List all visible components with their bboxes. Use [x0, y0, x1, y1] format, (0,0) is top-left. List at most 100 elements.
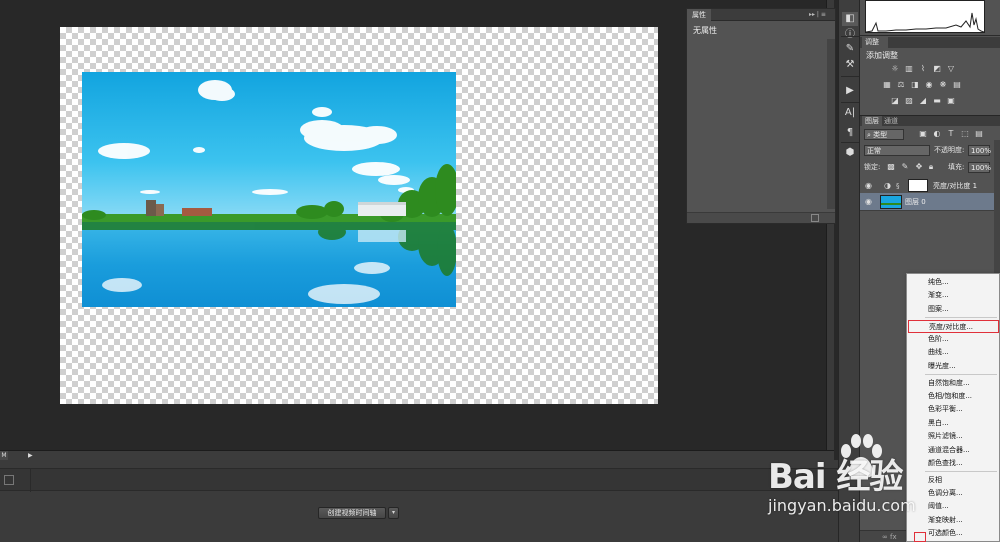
histogram-chart: [865, 0, 985, 33]
hue-saturation-icon[interactable]: ▦: [882, 80, 892, 90]
layer-thumbnail: [880, 195, 902, 209]
opacity-input[interactable]: 100%: [968, 145, 991, 156]
canvas-horizontal-scrollbar[interactable]: M ▶: [0, 450, 834, 461]
menu-item-exposure[interactable]: 曝光度...: [908, 360, 999, 373]
opacity-label: 不透明度:: [934, 146, 965, 154]
properties-footer: [687, 212, 835, 223]
tab-channels[interactable]: 通道: [884, 116, 898, 127]
timeline-panel: 创建视频时间轴 ▾: [0, 460, 860, 542]
divider: [841, 36, 859, 37]
divider: [841, 76, 859, 77]
brush-icon[interactable]: ⚒: [842, 58, 858, 72]
mask-icon[interactable]: [908, 179, 928, 192]
trash-icon[interactable]: [811, 214, 819, 222]
menu-item-solid-color[interactable]: 纯色...: [908, 276, 999, 289]
menu-item-black-white[interactable]: 黑白...: [908, 417, 999, 430]
menu-item-curves[interactable]: 曲线...: [908, 346, 999, 359]
create-video-timeline-button[interactable]: 创建视频时间轴: [318, 507, 386, 519]
brush-preset-icon[interactable]: ✎: [842, 42, 858, 56]
selective-color-icon[interactable]: ▣: [946, 96, 956, 106]
timeline-mode-icon[interactable]: [4, 475, 14, 485]
layer-name[interactable]: 亮度/对比度 1: [933, 181, 977, 191]
eye-icon[interactable]: ◉: [865, 197, 875, 207]
adjustments-tabbar: 调整: [860, 37, 1000, 48]
threshold-icon[interactable]: ◢: [918, 96, 928, 106]
divider: [30, 469, 31, 492]
vibrance-icon[interactable]: ▽: [946, 64, 956, 74]
adjustment-layer-menu: 纯色... 渐变... 图案... 亮度/对比度... 色阶... 曲线... …: [906, 273, 1000, 542]
gradient-map-icon[interactable]: ▬: [932, 96, 942, 106]
lock-paint-icon[interactable]: ✎: [900, 162, 910, 172]
fill-label: 填充:: [948, 163, 965, 171]
tab-properties[interactable]: 属性: [687, 9, 711, 21]
fill-input[interactable]: 100%: [968, 162, 991, 173]
divider: [925, 374, 997, 375]
menu-item-color-lookup[interactable]: 颜色查找...: [908, 457, 999, 470]
layer-filter-select[interactable]: ⌕ 类型: [864, 129, 904, 140]
histogram-panel: [860, 0, 1000, 36]
black-white-icon[interactable]: ◨: [910, 80, 920, 90]
menu-item-invert[interactable]: 反相: [908, 474, 999, 487]
lock-label: 锁定:: [864, 163, 881, 171]
menu-item-channel-mixer[interactable]: 通道混合器...: [908, 444, 999, 457]
text-icon[interactable]: A|: [842, 106, 858, 120]
chevron-down-icon[interactable]: ▾: [388, 507, 399, 519]
filter-pixel-icon[interactable]: ▣: [918, 129, 928, 139]
levels-icon[interactable]: ▥: [904, 64, 914, 74]
filter-smart-icon[interactable]: ▤: [974, 129, 984, 139]
layers-tabbar: 图层 通道: [860, 115, 1000, 127]
layer-name[interactable]: 图层 0: [905, 197, 926, 207]
posterize-icon[interactable]: ▨: [904, 96, 914, 106]
new-adjustment-layer-button[interactable]: [914, 532, 926, 542]
info-icon[interactable]: ⓘ: [842, 28, 858, 42]
eye-icon[interactable]: ◉: [865, 181, 875, 191]
lake-photo-image: [82, 72, 456, 307]
tab-layers[interactable]: 图层: [862, 116, 882, 127]
panel-icon-strip: ◧ ⓘ ✎ ⚒ ▶ A| ¶ ⬢: [838, 0, 860, 542]
move-icon[interactable]: ✥: [914, 162, 924, 172]
photo-filter-icon[interactable]: ◉: [924, 80, 934, 90]
properties-title: 无属性: [693, 26, 717, 35]
menu-item-color-balance[interactable]: 色彩平衡...: [908, 403, 999, 416]
actions-icon[interactable]: ▶: [842, 84, 858, 98]
properties-tabbar: 属性 ▸▸ | ≡: [687, 9, 835, 21]
color-lookup-icon[interactable]: ▤: [952, 80, 962, 90]
lake-photo[interactable]: [82, 72, 456, 307]
curves-icon[interactable]: ⌇: [918, 64, 928, 74]
menu-item-posterize[interactable]: 色调分离...: [908, 487, 999, 500]
invert-icon[interactable]: ◪: [890, 96, 900, 106]
menu-item-vibrance[interactable]: 自然饱和度...: [908, 377, 999, 390]
color-balance-icon[interactable]: ⚖: [896, 80, 906, 90]
panel-menu-icon[interactable]: ▸▸ | ≡: [809, 10, 826, 20]
lock-icon[interactable]: 🔒︎: [926, 162, 936, 172]
filter-shape-icon[interactable]: ⬚: [960, 129, 970, 139]
histogram-icon[interactable]: ◧: [842, 12, 858, 26]
filter-adjust-icon[interactable]: ◐: [932, 129, 942, 139]
3d-icon[interactable]: ⬢: [842, 146, 858, 160]
lock-transparency-icon[interactable]: ▩: [886, 162, 896, 172]
histogram-graph: [865, 12, 985, 33]
layer-footer-icons[interactable]: ∞ fx: [882, 532, 897, 542]
play-icon[interactable]: ▶: [28, 452, 36, 460]
layer-filter-label: 类型: [873, 131, 888, 139]
menu-item-threshold[interactable]: 阈值...: [908, 500, 999, 513]
search-icon: ⌕: [867, 131, 871, 139]
layer-row[interactable]: ◉ 图层 0: [860, 193, 996, 211]
paragraph-icon[interactable]: ¶: [842, 126, 858, 140]
link-icon[interactable]: §: [896, 181, 904, 191]
menu-item-pattern[interactable]: 图案...: [908, 303, 999, 316]
menu-item-hue-saturation[interactable]: 色相/饱和度...: [908, 390, 999, 403]
brightness-icon[interactable]: ☼: [890, 64, 900, 74]
menu-item-gradient[interactable]: 渐变...: [908, 289, 999, 302]
channel-mixer-icon[interactable]: ❋: [938, 80, 948, 90]
menu-item-gradient-map[interactable]: 渐变映射...: [908, 514, 999, 527]
tab-adjustments[interactable]: 调整: [862, 37, 888, 48]
blend-mode-select[interactable]: 正常: [864, 145, 930, 156]
properties-panel: 属性 ▸▸ | ≡ 无属性: [686, 8, 836, 224]
exposure-icon[interactable]: ◩: [932, 64, 942, 74]
menu-item-photo-filter[interactable]: 照片滤镜...: [908, 430, 999, 443]
properties-scrollbar[interactable]: [827, 39, 835, 209]
menu-item-levels[interactable]: 色阶...: [908, 333, 999, 346]
filter-text-icon[interactable]: T: [946, 129, 956, 139]
menu-item-brightness-contrast[interactable]: 亮度/对比度...: [908, 319, 999, 333]
